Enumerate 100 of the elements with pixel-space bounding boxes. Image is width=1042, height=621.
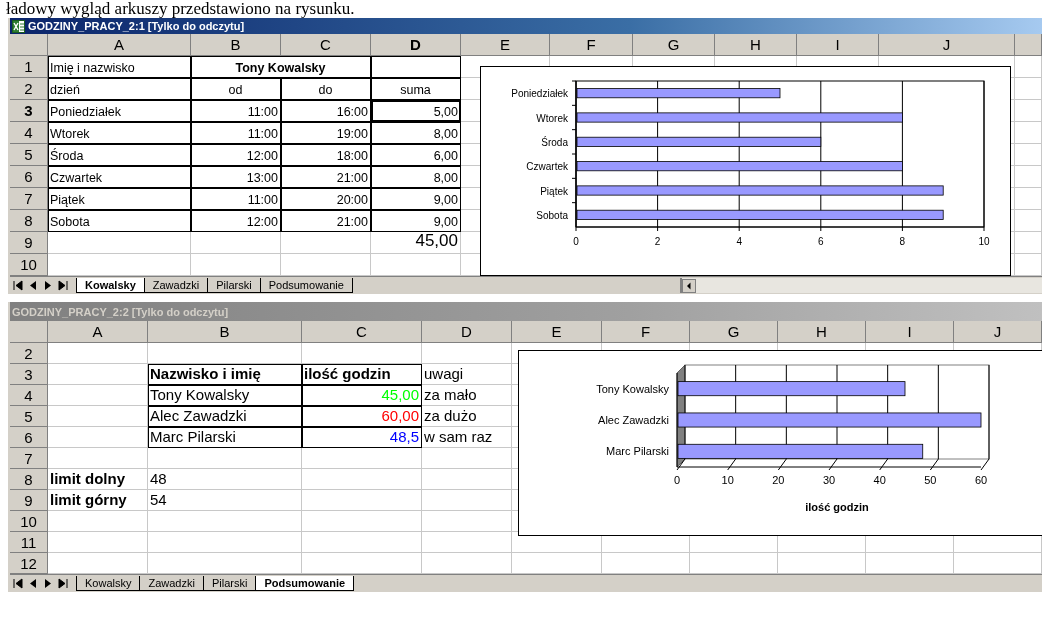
column-header[interactable]: I <box>866 321 954 343</box>
spreadsheet-cell: Sobota <box>48 210 191 232</box>
category-label: Środa <box>541 136 568 148</box>
column-header[interactable]: A <box>48 321 148 343</box>
spreadsheet-cell: suma <box>371 78 461 100</box>
last-sheet-icon[interactable] <box>56 577 70 590</box>
tick-label: 8 <box>899 236 906 247</box>
column-header[interactable]: J <box>954 321 1042 343</box>
spreadsheet-cell: 9,00 <box>371 188 461 210</box>
row-header[interactable]: 10 <box>10 254 48 276</box>
empty-cell <box>1015 188 1042 210</box>
row-header[interactable]: 9 <box>10 232 48 254</box>
column-header[interactable]: C <box>281 34 371 56</box>
column-header[interactable]: D <box>422 321 512 343</box>
row-header[interactable]: 9 <box>10 490 48 511</box>
row-header[interactable]: 2 <box>10 78 48 100</box>
category-label: Poniedziałek <box>511 88 568 100</box>
row-header[interactable]: 4 <box>10 122 48 144</box>
spreadsheet-cell: za dużo <box>422 406 512 427</box>
column-header[interactable]: E <box>461 34 550 56</box>
sheet-tab[interactable]: Zawadzki <box>143 278 209 293</box>
select-all-corner[interactable] <box>10 34 48 56</box>
window-title: GODZINY_PRACY_2:1 [Tylko do odczytu] <box>28 20 245 32</box>
spreadsheet-cell: 11:00 <box>191 188 281 210</box>
first-sheet-icon[interactable] <box>11 577 25 590</box>
horizontal-scrollbar[interactable] <box>680 278 1042 293</box>
tick-label: 10 <box>721 474 734 486</box>
sheet-tab[interactable]: Pilarski <box>202 576 257 591</box>
spreadsheet-cell: 18:00 <box>281 144 371 166</box>
row-header[interactable]: 12 <box>10 553 48 574</box>
category-label: Alec Zawadzki <box>598 414 669 426</box>
row-header[interactable]: 6 <box>10 166 48 188</box>
column-header[interactable] <box>1015 34 1042 56</box>
column-header[interactable]: B <box>148 321 302 343</box>
column-header[interactable]: A <box>48 34 191 56</box>
empty-cell <box>1015 232 1042 254</box>
axis-title: ilość godzin <box>805 501 869 513</box>
sheet-tab[interactable]: Kowalsky <box>76 576 141 591</box>
column-header[interactable]: J <box>879 34 1015 56</box>
category-label: Wtorek <box>536 112 568 124</box>
column-header[interactable]: G <box>633 34 715 56</box>
row-header[interactable]: 2 <box>10 343 48 364</box>
first-sheet-icon[interactable] <box>11 279 25 292</box>
spreadsheet-cell: Alec Zawadzki <box>148 406 302 427</box>
row-header[interactable]: 4 <box>10 385 48 406</box>
row-header[interactable]: 3 <box>10 364 48 385</box>
spreadsheet-cell: Poniedziałek <box>48 100 191 122</box>
column-header[interactable]: F <box>602 321 690 343</box>
spreadsheet-cell: 45,00 <box>371 232 461 254</box>
spreadsheet-cell: Piątek <box>48 188 191 210</box>
spreadsheet-cell: Imię i nazwisko <box>48 56 191 78</box>
sheet-tab[interactable]: Zawadzki <box>139 576 204 591</box>
caption-text: ładowy wygląd arkuszy przedstawiono na rysunku. <box>5 0 356 18</box>
column-header[interactable]: I <box>797 34 879 56</box>
category-label: Sobota <box>536 209 568 221</box>
column-header[interactable]: G <box>690 321 778 343</box>
tick-label: 50 <box>924 474 937 486</box>
spreadsheet-cell: limit dolny <box>48 469 148 490</box>
spreadsheet-icon <box>12 19 25 33</box>
row-header[interactable]: 8 <box>10 210 48 232</box>
row-header[interactable]: 10 <box>10 511 48 532</box>
spreadsheet-cell: 9,00 <box>371 210 461 232</box>
category-label: Marc Pilarski <box>606 445 669 458</box>
last-sheet-icon[interactable] <box>56 279 70 292</box>
row-header[interactable]: 1 <box>10 56 48 78</box>
empty-cell <box>1015 122 1042 144</box>
category-label: Piątek <box>540 185 568 197</box>
spreadsheet-cell: 6,00 <box>371 144 461 166</box>
sheet-tab[interactable]: Podsumowanie <box>255 576 355 591</box>
spreadsheet-cell: 21:00 <box>281 210 371 232</box>
spreadsheet-cell: Wtorek <box>48 122 191 144</box>
column-header[interactable]: B <box>191 34 281 56</box>
column-header[interactable]: F <box>550 34 633 56</box>
spreadsheet-cell: 45,00 <box>302 385 422 406</box>
row-header[interactable]: 7 <box>10 188 48 210</box>
category-label: Tony Kowalsky <box>596 382 669 395</box>
row-header[interactable]: 11 <box>10 532 48 553</box>
spreadsheet-cell: od <box>191 78 281 100</box>
spreadsheet-cell: 16:00 <box>281 100 371 122</box>
row-header[interactable]: 3 <box>10 100 48 122</box>
spreadsheet-cell: w sam raz <box>422 427 512 448</box>
select-all-corner[interactable] <box>10 321 48 343</box>
spreadsheet-cell: Tony Kowalsky <box>148 385 302 406</box>
spreadsheet-cell: 8,00 <box>371 166 461 188</box>
row-header[interactable]: 5 <box>10 406 48 427</box>
column-header[interactable]: H <box>715 34 797 56</box>
tick-label: 10 <box>978 236 990 247</box>
sheet-tab[interactable]: Podsumowanie <box>259 278 353 293</box>
sheet-tab[interactable]: Pilarski <box>207 278 261 293</box>
column-header[interactable]: D <box>371 34 461 56</box>
column-header[interactable]: E <box>512 321 602 343</box>
row-header[interactable]: 8 <box>10 469 48 490</box>
row-header[interactable]: 6 <box>10 427 48 448</box>
row-header[interactable]: 7 <box>10 448 48 469</box>
spreadsheet-cell: ilość godzin <box>302 364 422 385</box>
sheet-tab[interactable]: Kowalsky <box>76 278 145 293</box>
row-header[interactable]: 5 <box>10 144 48 166</box>
scroll-left-icon[interactable] <box>682 278 696 293</box>
column-header[interactable]: C <box>302 321 422 343</box>
column-header[interactable]: H <box>778 321 866 343</box>
